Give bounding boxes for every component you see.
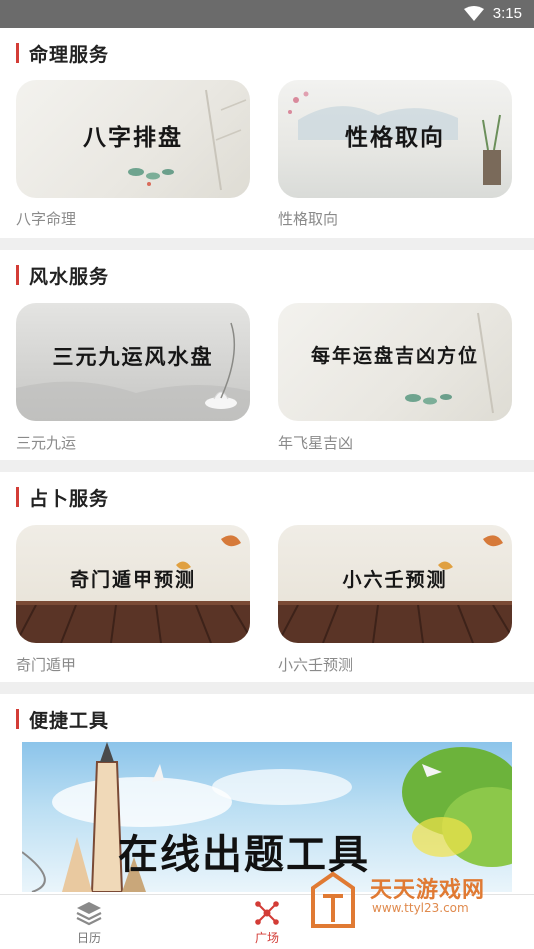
section-fengshui: 风水服务 三元九运风水盘 三元九运 每年运盘吉凶方位 年飞星吉凶 xyxy=(0,250,534,460)
layers-icon xyxy=(76,902,102,926)
card-label-sanyuan[interactable]: 三元九运 xyxy=(16,432,76,453)
section-accent-bar xyxy=(16,709,19,729)
card-label-xiaoliuren[interactable]: 小六壬预测 xyxy=(278,654,353,675)
section-accent-bar xyxy=(16,487,19,507)
status-time: 3:15 xyxy=(492,5,522,22)
section-header: 占卜服务 xyxy=(16,486,110,510)
card-label-bazi[interactable]: 八字命理 xyxy=(16,208,76,229)
card-xingge[interactable]: 性格取向 xyxy=(278,80,512,198)
section-title: 占卜服务 xyxy=(29,487,110,510)
card-nianfei[interactable]: 每年运盘吉凶方位 xyxy=(278,303,512,421)
watermark-text: 天天游戏网 xyxy=(370,878,486,903)
nav-plaza[interactable]: 广场 xyxy=(237,899,297,946)
section-mingli: 命理服务 八字排盘 八字命理 性格取向 性格取向 xyxy=(0,28,534,238)
card-image-text: 小六壬预测 xyxy=(342,569,448,591)
card-xiaoliuren[interactable]: 小六壬预测 xyxy=(278,525,512,643)
nav-label: 广场 xyxy=(254,931,279,945)
section-header: 命理服务 xyxy=(16,42,110,66)
nav-label: 日历 xyxy=(76,931,101,945)
card-image-text: 奇门遁甲预测 xyxy=(69,569,196,591)
section-zhanbu: 占卜服务 奇门遁甲预测 奇门遁甲 小六壬预测 小六壬预测 xyxy=(0,472,534,682)
section-header: 便捷工具 xyxy=(16,708,110,732)
card-image-text: 每年运盘吉凶方位 xyxy=(310,345,479,367)
section-title: 便捷工具 xyxy=(29,709,110,732)
section-accent-bar xyxy=(16,265,19,285)
nav-calendar[interactable]: 日历 xyxy=(59,899,119,946)
wifi-icon xyxy=(464,6,484,21)
card-label-nianfei[interactable]: 年飞星吉凶 xyxy=(278,432,353,453)
card-image-text: 八字排盘 xyxy=(83,124,183,151)
section-header: 风水服务 xyxy=(16,264,110,288)
card-label-qimen[interactable]: 奇门遁甲 xyxy=(16,654,76,675)
watermark-url: www.ttyl23.com xyxy=(372,901,469,915)
status-bar: 3:15 xyxy=(0,0,534,28)
card-sanyuan[interactable]: 三元九运风水盘 xyxy=(16,303,250,421)
card-image-text: 性格取向 xyxy=(345,124,445,151)
card-qimen[interactable]: 奇门遁甲预测 xyxy=(16,525,250,643)
network-icon xyxy=(255,901,279,925)
card-bazi[interactable]: 八字排盘 xyxy=(16,80,250,198)
section-accent-bar xyxy=(16,43,19,63)
section-title: 命理服务 xyxy=(29,43,110,66)
section-title: 风水服务 xyxy=(29,265,110,288)
card-label-xingge[interactable]: 性格取向 xyxy=(278,208,338,229)
card-image-text: 三元九运风水盘 xyxy=(52,344,214,369)
